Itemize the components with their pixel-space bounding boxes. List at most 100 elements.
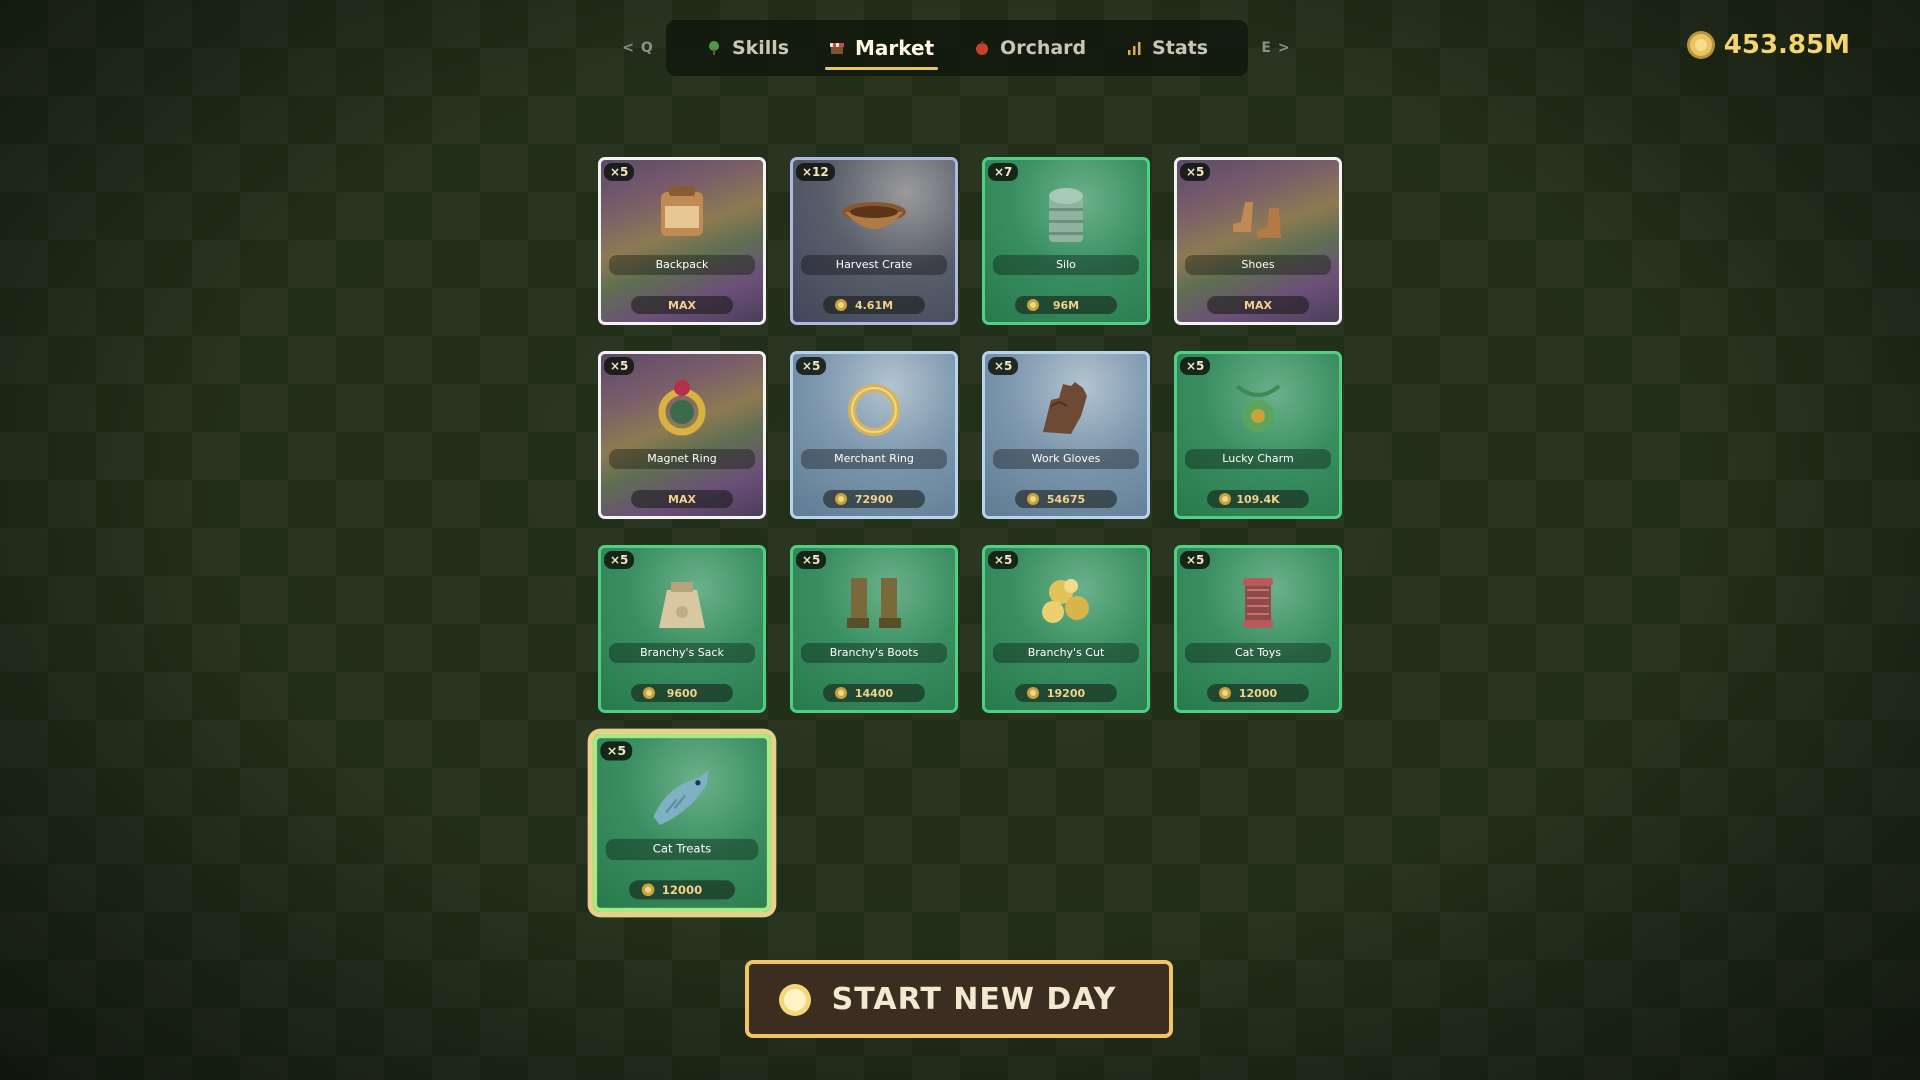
price-tag[interactable]: 12000 <box>1207 684 1309 702</box>
quantity-badge: ×7 <box>988 163 1019 181</box>
item-card-shoes[interactable]: ×5 Shoes MAX <box>1174 157 1342 325</box>
item-card-lucky-charm[interactable]: ×5 Lucky Charm 109.4K <box>1174 351 1342 519</box>
item-name: Shoes <box>1185 255 1331 275</box>
item-card-branchy-s-boots[interactable]: ×5 Branchy's Boots 14400 <box>790 545 958 713</box>
item-card-branchy-s-sack[interactable]: ×5 Branchy's Sack 9600 <box>598 545 766 713</box>
quantity-badge: ×5 <box>796 551 827 569</box>
item-card-backpack[interactable]: ×5 Backpack MAX <box>598 157 766 325</box>
prev-tab-hint[interactable]: < Q <box>620 40 656 56</box>
coin-icon <box>835 493 847 505</box>
coin-icon <box>641 883 655 897</box>
item-card-merchant-ring[interactable]: ×5 Merchant Ring 72900 <box>790 351 958 519</box>
charm-icon <box>1235 384 1281 432</box>
tab-bar: Skills Market Orchard Stats <box>666 20 1248 76</box>
item-card-cat-toys[interactable]: ×5 Cat Toys 12000 <box>1174 545 1342 713</box>
price-tag[interactable]: MAX <box>631 490 733 508</box>
price-value: 12000 <box>1238 686 1278 700</box>
quantity-badge: ×5 <box>796 357 827 375</box>
item-name: Branchy's Sack <box>609 643 755 663</box>
quantity-badge: ×5 <box>1180 357 1211 375</box>
quantity-badge: ×5 <box>1180 163 1211 181</box>
item-card-cat-treats[interactable]: ×5 Cat Treats 12000 <box>592 733 772 913</box>
price-tag[interactable]: 109.4K <box>1207 490 1309 508</box>
item-name: Cat Toys <box>1185 643 1331 663</box>
price-value: 12000 <box>661 882 703 897</box>
price-tag[interactable]: MAX <box>631 296 733 314</box>
apple-icon <box>976 41 989 55</box>
yarn-spool-icon <box>1243 578 1273 628</box>
item-name: Backpack <box>609 255 755 275</box>
bar-chart-icon <box>1128 42 1141 55</box>
gold-nuggets-icon <box>1042 579 1089 623</box>
top-navigation: < Q Skills Market Orchard Stats E > <box>620 18 1294 78</box>
price-value: 54675 <box>1046 492 1086 506</box>
coin-icon <box>1027 299 1039 311</box>
price-tag[interactable]: 72900 <box>823 490 925 508</box>
price-tag[interactable]: 96M <box>1015 296 1117 314</box>
price-value: MAX <box>668 492 696 506</box>
item-name: Branchy's Cut <box>993 643 1139 663</box>
item-name: Cat Treats <box>605 838 759 861</box>
sun-coin-icon <box>779 984 811 1016</box>
price-value: 109.4K <box>1236 492 1280 506</box>
price-value: MAX <box>1244 298 1272 312</box>
coin-icon <box>1027 687 1039 699</box>
coin-icon <box>1027 493 1039 505</box>
backpack-icon <box>661 186 703 236</box>
tab-market[interactable]: Market <box>819 20 944 76</box>
price-value: 14400 <box>854 686 894 700</box>
price-tag[interactable]: MAX <box>1207 296 1309 314</box>
quantity-badge: ×5 <box>604 357 635 375</box>
coin-icon <box>643 687 655 699</box>
quantity-badge: ×5 <box>988 357 1019 375</box>
quantity-badge: ×5 <box>600 741 633 761</box>
magnet-ring-icon <box>658 380 706 436</box>
item-name: Harvest Crate <box>801 255 947 275</box>
price-tag[interactable]: 54675 <box>1015 490 1117 508</box>
fish-icon <box>653 770 709 826</box>
item-card-harvest-crate[interactable]: ×12 Harvest Crate 4.61M <box>790 157 958 325</box>
start-new-day-button[interactable]: START NEW DAY <box>745 960 1173 1038</box>
price-tag[interactable]: 19200 <box>1015 684 1117 702</box>
coin-icon <box>835 299 847 311</box>
item-name: Merchant Ring <box>801 449 947 469</box>
market-stall-icon <box>830 43 844 54</box>
item-card-branchy-s-cut[interactable]: ×5 Branchy's Cut 19200 <box>982 545 1150 713</box>
coin-icon <box>835 687 847 699</box>
price-tag[interactable]: 4.61M <box>823 296 925 314</box>
price-value: 72900 <box>854 492 894 506</box>
ring-icon <box>848 384 900 436</box>
tab-orchard[interactable]: Orchard <box>964 20 1096 76</box>
tab-orchard-label: Orchard <box>1000 37 1087 59</box>
quantity-badge: ×12 <box>796 163 835 181</box>
item-card-silo[interactable]: ×7 Silo 96M <box>982 157 1150 325</box>
glove-icon <box>1043 382 1087 434</box>
next-tab-hint[interactable]: E > <box>1258 40 1294 56</box>
coin-balance: 453.85M <box>1686 30 1850 60</box>
silo-icon <box>1049 188 1083 242</box>
tab-stats[interactable]: Stats <box>1116 20 1218 76</box>
price-value: 19200 <box>1046 686 1086 700</box>
price-value: 9600 <box>666 686 698 700</box>
price-tag[interactable]: 14400 <box>823 684 925 702</box>
tab-market-label: Market <box>855 36 935 60</box>
market-item-grid: ×5 Backpack MAX ×12 Harvest Crate 4.61M ×7 Silo… <box>592 157 1342 913</box>
price-tag[interactable]: 9600 <box>631 684 733 702</box>
boots-icon <box>847 578 901 628</box>
item-name: Branchy's Boots <box>801 643 947 663</box>
item-card-magnet-ring[interactable]: ×5 Magnet Ring MAX <box>598 351 766 519</box>
coin-icon <box>1686 31 1715 59</box>
quantity-badge: ×5 <box>604 551 635 569</box>
item-name: Silo <box>993 255 1139 275</box>
tree-icon <box>708 41 719 55</box>
price-tag[interactable]: 12000 <box>629 880 735 900</box>
coin-icon <box>1219 493 1231 505</box>
crate-icon <box>842 202 906 229</box>
start-new-day-label: START NEW DAY <box>831 981 1117 1017</box>
item-card-work-gloves[interactable]: ×5 Work Gloves 54675 <box>982 351 1150 519</box>
item-name: Lucky Charm <box>1185 449 1331 469</box>
coin-total: 453.85M <box>1723 30 1850 60</box>
tab-stats-label: Stats <box>1152 37 1209 59</box>
tab-skills[interactable]: Skills <box>696 20 799 76</box>
item-name: Magnet Ring <box>609 449 755 469</box>
